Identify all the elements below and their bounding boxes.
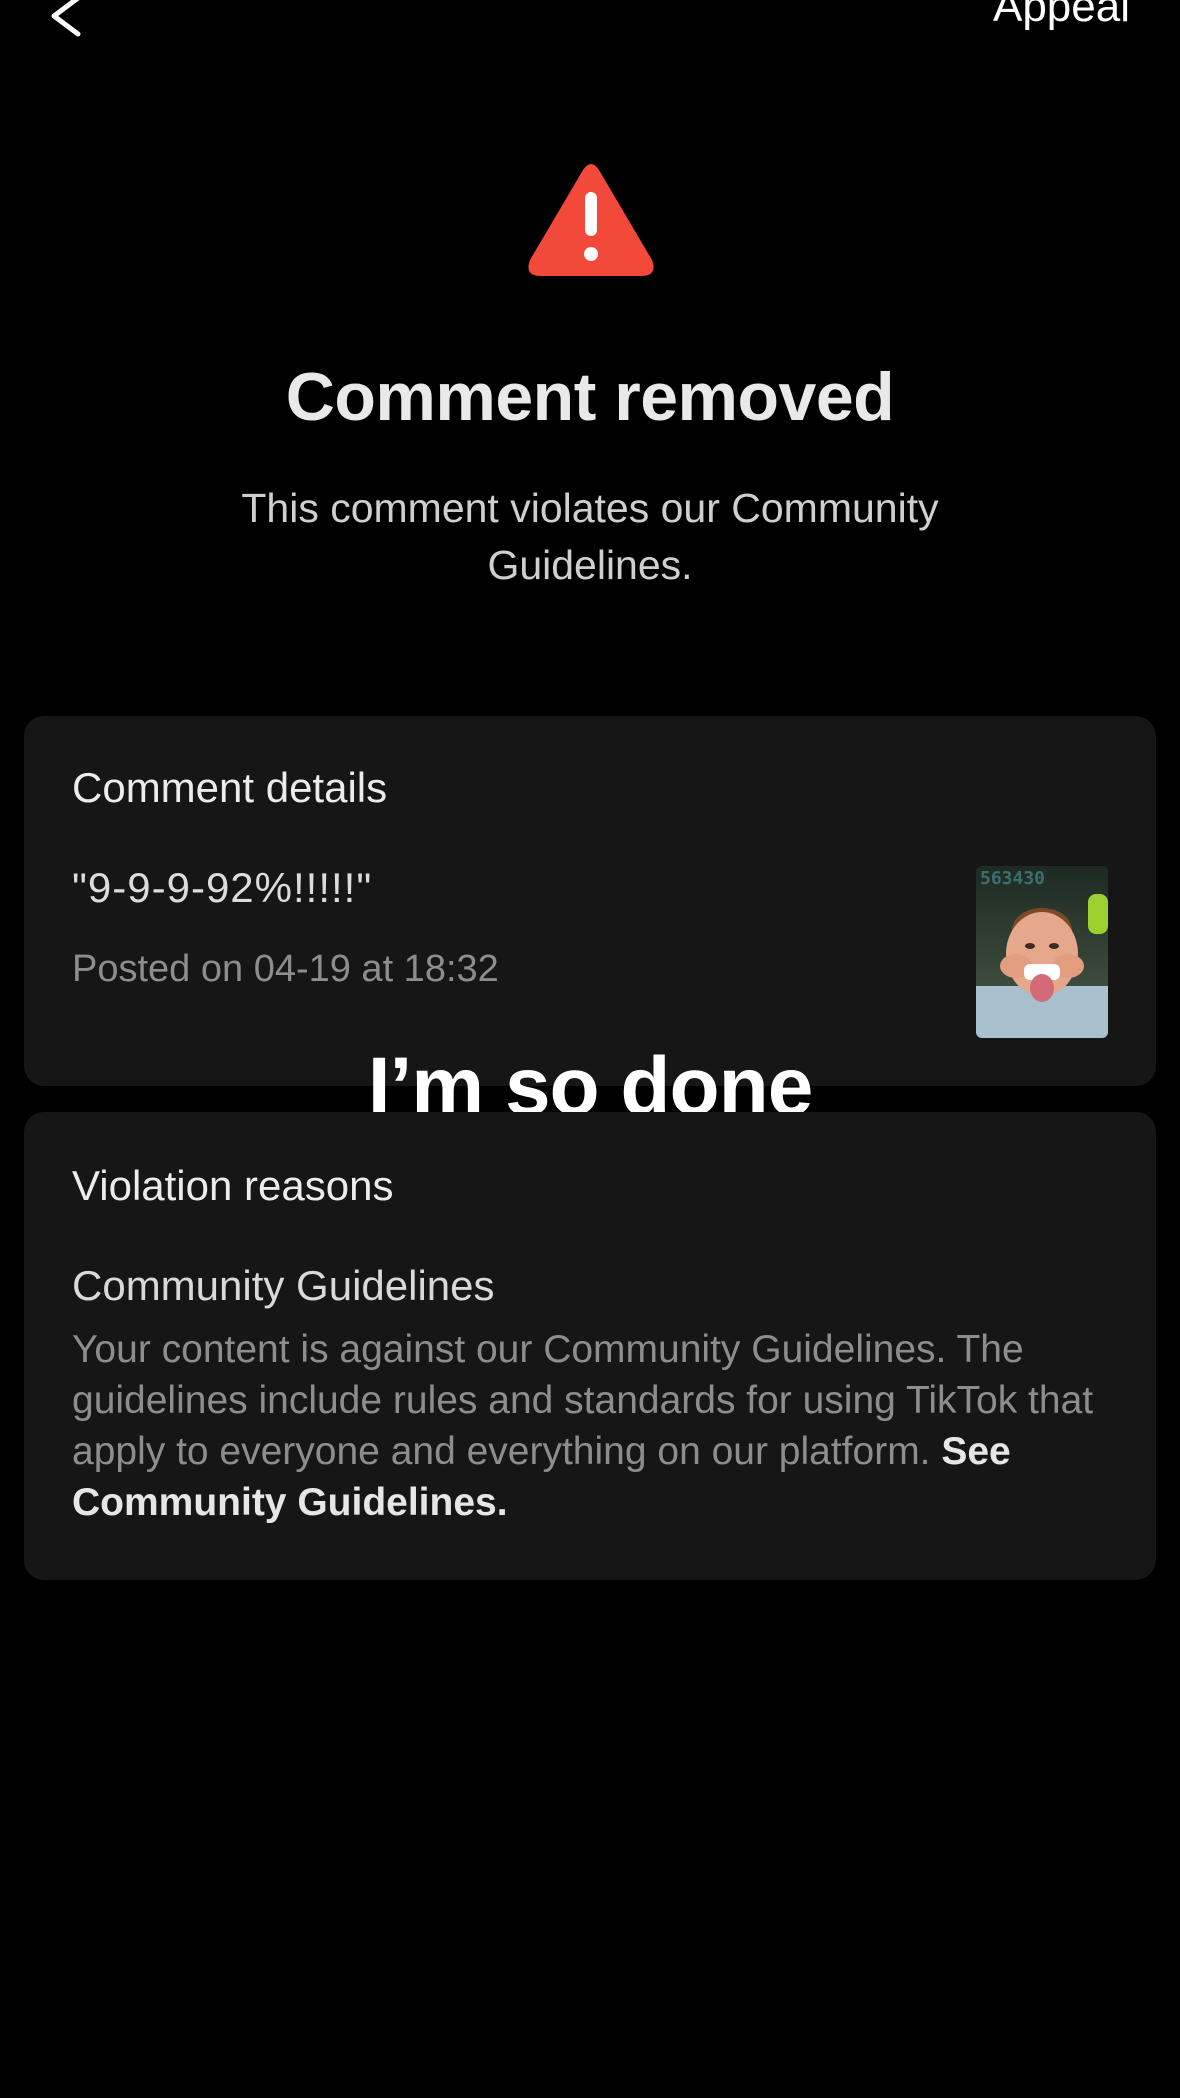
- violation-reasons-heading: Violation reasons: [72, 1162, 394, 1209]
- video-thumbnail[interactable]: 563430: [976, 866, 1108, 1038]
- appeal-button[interactable]: Appeal: [993, 0, 1130, 32]
- posted-timestamp: Posted on 04-19 at 18:32: [72, 948, 499, 990]
- reason-description: Your content is against our Community Gu…: [72, 1328, 1094, 1473]
- reason-body: Your content is against our Community Gu…: [72, 1324, 1112, 1528]
- chevron-left-icon: [51, 0, 81, 37]
- page-subtitle: This comment violates our Community Guid…: [241, 485, 939, 588]
- page-title: Comment removed: [285, 359, 895, 435]
- back-button[interactable]: [40, 0, 100, 54]
- reason-title: Community Guidelines: [72, 1262, 495, 1309]
- comment-details-card: Comment details "9-9-9-92%!!!!!" Posted …: [24, 716, 1156, 1086]
- comment-details-heading: Comment details: [72, 764, 388, 811]
- thumbnail-image: 563430: [976, 866, 1108, 1038]
- thumbnail-counter: 563430: [980, 868, 1045, 889]
- violation-reasons-card: Violation reasons Community Guidelines Y…: [24, 1112, 1156, 1580]
- comment-text: "9-9-9-92%!!!!!": [72, 864, 373, 911]
- warning-triangle-icon: [528, 164, 654, 276]
